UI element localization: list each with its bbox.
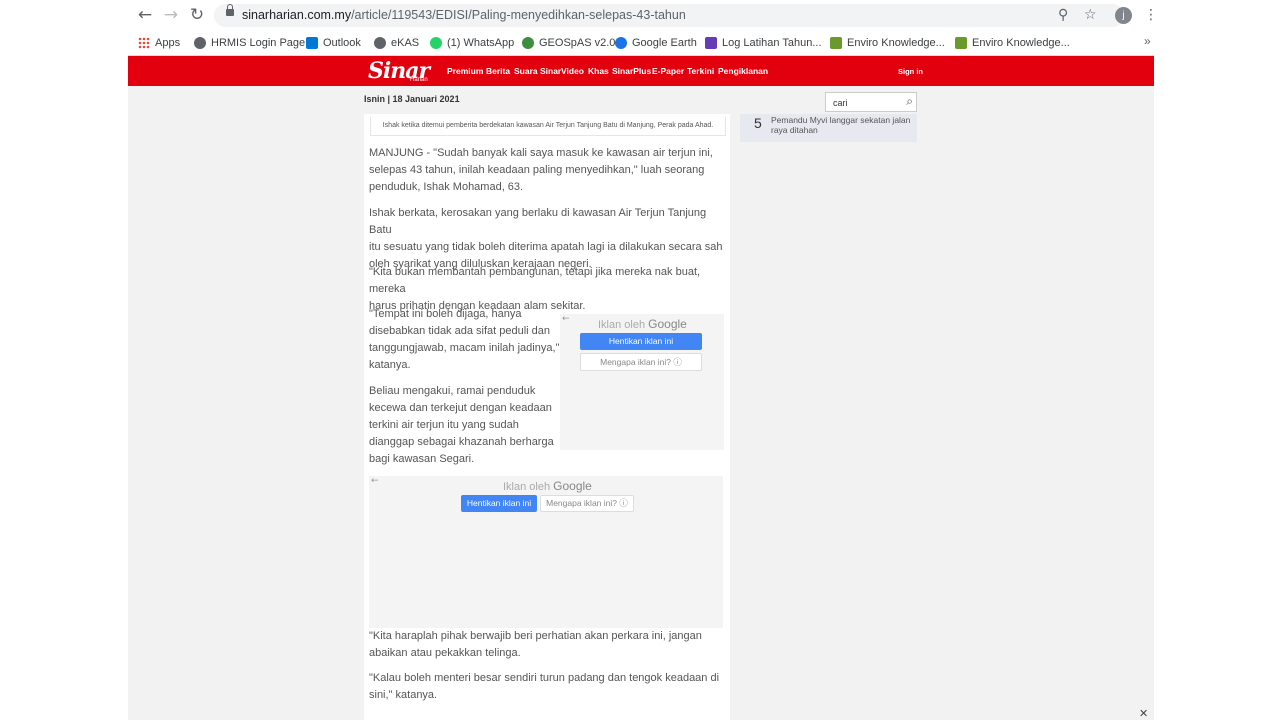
paragraph-1: MANJUNG - "Sudah banyak kali saya masuk …: [369, 147, 713, 193]
back-arrow-icon[interactable]: ←: [562, 314, 570, 324]
enviro-icon: [955, 37, 967, 49]
ad-block-inline: ← Iklan oleh Google Hentikan iklan ini M…: [560, 314, 724, 450]
back-arrow-icon[interactable]: ←: [136, 6, 154, 24]
profile-avatar[interactable]: j: [1115, 7, 1132, 24]
search-icon[interactable]: ⌕: [906, 94, 913, 109]
paragraph-7: "Kalau boleh menteri besar sendiri turun…: [369, 672, 720, 701]
forward-arrow-icon[interactable]: →: [162, 6, 180, 24]
reload-icon[interactable]: ↻: [188, 6, 206, 24]
nav-berita[interactable]: Berita: [486, 66, 510, 76]
globe-icon: [194, 37, 206, 49]
bookmark-whatsapp[interactable]: (1) WhatsApp: [430, 35, 514, 51]
omnibox[interactable]: sinarharian.com.my/article/119543/EDISI/…: [214, 4, 1124, 27]
bookmark-star-icon[interactable]: ☆: [1084, 7, 1097, 23]
browser-window: ← → ↻ sinarharian.com.my/article/119543/…: [128, 0, 1154, 720]
why-ad-button[interactable]: Mengapa iklan ini? ⓘ: [580, 353, 702, 371]
nav-pengiklanan[interactable]: Pengiklanan: [718, 66, 768, 76]
bookmark-hrmis[interactable]: HRMIS Login Page: [194, 35, 305, 51]
forms-icon: [705, 37, 717, 49]
bookmark-ekas[interactable]: eKAS: [374, 35, 419, 51]
bookmark-outlook[interactable]: Outlook: [306, 35, 361, 51]
sidebar-popular-item[interactable]: 5 Pemandu Myvi langgar sekatan jalan ray…: [740, 114, 917, 142]
bookmark-enviro-2[interactable]: Enviro Knowledge...: [955, 35, 1070, 51]
zoom-icon[interactable]: ⚲: [1058, 7, 1068, 23]
lock-icon: [226, 4, 234, 16]
nav-premium[interactable]: Premium: [447, 66, 483, 76]
nav-sinarplus[interactable]: SinarPlus: [612, 66, 651, 76]
why-ad-button[interactable]: Mengapa iklan ini? ⓘ: [540, 495, 634, 512]
menu-kebab-icon[interactable]: ⋮: [1144, 7, 1154, 23]
bookmark-apps[interactable]: Apps: [138, 35, 180, 51]
ad-attribution: Iklan oleh Google: [598, 317, 687, 331]
paragraph-2: Ishak berkata, kerosakan yang berlaku di…: [369, 207, 723, 270]
paragraph-5: Beliau mengakui, ramai penduduk kecewa d…: [369, 385, 554, 465]
url-text[interactable]: sinarharian.com.my/article/119543/EDISI/…: [242, 8, 686, 22]
whatsapp-icon: [430, 37, 442, 49]
bookmark-google-earth[interactable]: Google Earth: [615, 35, 697, 51]
date-label: Isnin | 18 Januari 2021: [364, 94, 460, 104]
signin-link[interactable]: Sign in: [898, 67, 923, 76]
site-logo-sub: Harian: [410, 77, 428, 83]
paragraph-6: "Kita haraplah pihak berwajib beri perha…: [369, 630, 702, 659]
more-bookmarks-chevron-icon[interactable]: »: [1144, 34, 1151, 48]
sidebar-headline[interactable]: Pemandu Myvi langgar sekatan jalan raya …: [771, 115, 911, 135]
nav-terkini[interactable]: Terkini: [687, 66, 714, 76]
google-earth-icon: [615, 37, 627, 49]
info-icon: ⓘ: [673, 357, 682, 367]
bookmark-enviro-1[interactable]: Enviro Knowledge...: [830, 35, 945, 51]
geospas-icon: [522, 37, 534, 49]
nav-epaper[interactable]: E-Paper: [652, 66, 684, 76]
stop-ad-button[interactable]: Hentikan iklan ini: [580, 333, 702, 350]
info-icon: ⓘ: [619, 498, 628, 508]
nav-suara-sinar[interactable]: Suara Sinar: [514, 66, 561, 76]
paragraph-4: "Tempat ini boleh dijaga, hanya disebabk…: [369, 308, 560, 371]
back-arrow-icon[interactable]: ←: [371, 476, 379, 486]
apps-grid-icon: [138, 37, 150, 49]
nav-khas[interactable]: Khas: [588, 66, 609, 76]
search-box[interactable]: ⌕: [825, 92, 917, 112]
image-caption: Ishak ketika ditemui pemberita berdekata…: [370, 117, 726, 136]
bookmark-log-latihan[interactable]: Log Latihan Tahun...: [705, 35, 822, 51]
enviro-icon: [830, 37, 842, 49]
stop-ad-button[interactable]: Hentikan iklan ini: [461, 495, 537, 512]
outlook-icon: [306, 37, 318, 49]
bookmark-geospas[interactable]: GEOSpAS v2.0: [522, 35, 615, 51]
nav-video[interactable]: Video: [561, 66, 584, 76]
address-bar: ← → ↻ sinarharian.com.my/article/119543/…: [128, 0, 1154, 31]
search-input[interactable]: [831, 97, 895, 109]
site-header: Sinar Harian Premium Berita Suara Sinar …: [128, 56, 1154, 86]
article-body: Ishak ketika ditemui pemberita berdekata…: [364, 114, 730, 720]
ad-block-wide: ← Iklan oleh Google Hentikan iklan ini M…: [369, 476, 723, 628]
rank-number: 5: [754, 115, 762, 131]
globe-icon: [374, 37, 386, 49]
bookmarks-bar: Apps HRMIS Login Page Outlook eKAS (1) W…: [128, 31, 1154, 56]
close-icon[interactable]: ✕: [1139, 707, 1148, 720]
ad-attribution: Iklan oleh Google: [503, 479, 592, 493]
